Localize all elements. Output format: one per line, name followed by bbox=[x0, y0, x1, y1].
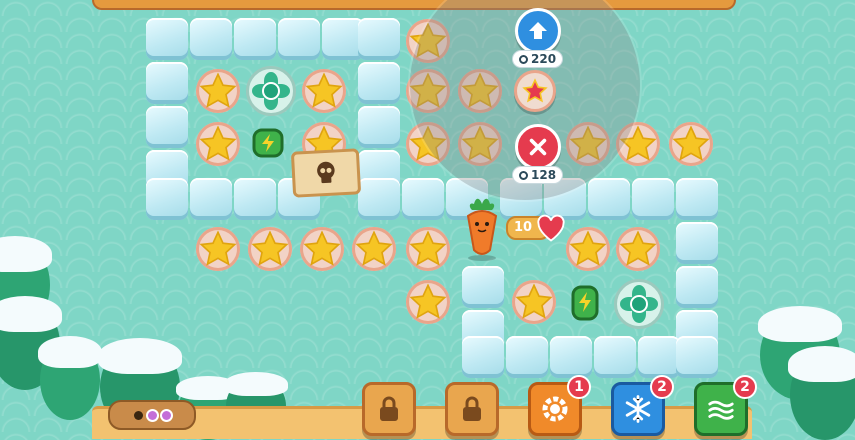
ice-tile bbox=[676, 336, 718, 378]
dot-icon bbox=[161, 410, 171, 420]
ice-tile bbox=[278, 18, 320, 60]
ice-tile bbox=[462, 336, 504, 378]
battery-icon[interactable] bbox=[565, 282, 605, 322]
star-item[interactable] bbox=[509, 277, 559, 327]
coin-icon bbox=[519, 170, 528, 180]
snowy-tree bbox=[38, 336, 102, 420]
ice-tile bbox=[462, 266, 504, 308]
ice-tile bbox=[402, 178, 444, 220]
wind-count-badge: 2 bbox=[733, 375, 757, 399]
ice-tile bbox=[190, 18, 232, 60]
skull-icon bbox=[317, 161, 335, 184]
snowy-tree bbox=[788, 346, 855, 440]
ice-tile bbox=[146, 18, 188, 60]
fan-icon[interactable] bbox=[614, 279, 664, 329]
locked-slot-button[interactable] bbox=[445, 382, 499, 436]
star-item[interactable] bbox=[299, 66, 349, 116]
locked-slot-button[interactable] bbox=[362, 382, 416, 436]
ice-tile bbox=[506, 336, 548, 378]
star-item[interactable] bbox=[349, 224, 399, 274]
star-item[interactable] bbox=[613, 224, 663, 274]
star-item[interactable] bbox=[245, 224, 295, 274]
freeze-booster-button[interactable]: 2 bbox=[611, 375, 674, 436]
red-star-icon bbox=[514, 70, 556, 112]
snowflake-icon bbox=[625, 395, 651, 423]
star-item[interactable] bbox=[193, 119, 243, 169]
up-arrow-icon bbox=[514, 8, 561, 54]
bomb-booster-button[interactable]: 1 bbox=[528, 375, 591, 436]
wind-booster-button[interactable]: 2 bbox=[694, 375, 757, 436]
coin-icon bbox=[519, 54, 528, 64]
move-counter bbox=[108, 400, 196, 430]
star-item[interactable] bbox=[403, 277, 453, 327]
ice-tile bbox=[676, 178, 718, 220]
star-booster[interactable] bbox=[514, 70, 556, 112]
heart-icon bbox=[537, 214, 565, 242]
ice-tile bbox=[190, 178, 232, 220]
ice-tile bbox=[358, 106, 400, 148]
lives-counter: 10 bbox=[506, 214, 566, 242]
star-item[interactable] bbox=[403, 224, 453, 274]
ice-tile bbox=[358, 18, 400, 60]
star-item[interactable] bbox=[563, 224, 613, 274]
star-item[interactable] bbox=[193, 224, 243, 274]
ice-tile bbox=[234, 18, 276, 60]
cancel-booster-price: 128 bbox=[531, 168, 557, 182]
skull-sign bbox=[290, 148, 362, 198]
ice-tile bbox=[676, 222, 718, 264]
ice-tile bbox=[632, 178, 674, 220]
ice-tile bbox=[594, 336, 636, 378]
top-bar bbox=[92, 0, 736, 10]
freeze-count-badge: 2 bbox=[650, 375, 674, 399]
star-item[interactable] bbox=[193, 66, 243, 116]
lock-icon bbox=[380, 396, 398, 421]
bomb-count-badge: 1 bbox=[567, 375, 591, 399]
dot-icon bbox=[133, 410, 143, 420]
lock-icon bbox=[463, 396, 481, 421]
ice-tile bbox=[676, 266, 718, 308]
arrow-booster-price: 220 bbox=[531, 52, 557, 66]
ice-tile bbox=[358, 178, 400, 220]
ice-tile bbox=[358, 62, 400, 104]
ice-tile bbox=[146, 106, 188, 148]
close-icon bbox=[514, 124, 561, 170]
carrot-player[interactable] bbox=[460, 196, 504, 262]
gear-bomb-icon bbox=[542, 396, 568, 422]
ice-tile bbox=[146, 62, 188, 104]
star-item[interactable] bbox=[666, 119, 716, 169]
cancel-booster[interactable]: 128 bbox=[512, 124, 564, 184]
ice-tile bbox=[550, 336, 592, 378]
dot-icon bbox=[147, 410, 157, 420]
ice-tile bbox=[588, 178, 630, 220]
ice-tile bbox=[234, 178, 276, 220]
fan-icon[interactable] bbox=[246, 66, 296, 116]
arrow-booster[interactable]: 220 bbox=[512, 8, 564, 68]
ice-tile bbox=[638, 336, 680, 378]
battery-icon[interactable] bbox=[248, 122, 288, 162]
wind-icon bbox=[708, 400, 734, 420]
ice-tile bbox=[146, 178, 188, 220]
star-item[interactable] bbox=[297, 224, 347, 274]
